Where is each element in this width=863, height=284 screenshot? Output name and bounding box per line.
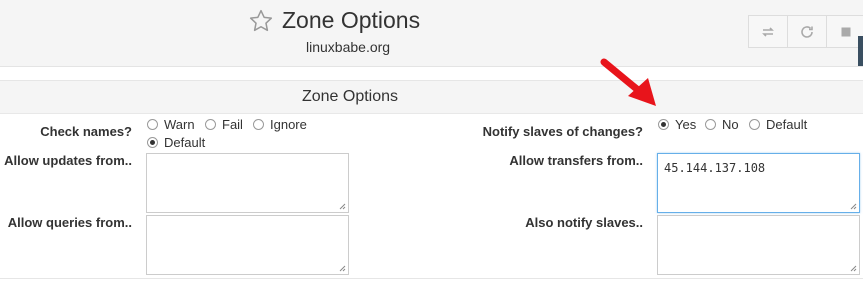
- page-header: Zone Options linuxbabe.org: [0, 0, 863, 67]
- notify-slaves-label: Notify slaves of changes?: [482, 124, 643, 139]
- notify-slaves-default[interactable]: Default: [749, 117, 807, 132]
- radio-no[interactable]: [705, 119, 716, 130]
- resize-grip-icon[interactable]: [339, 265, 346, 272]
- check-names-ignore[interactable]: Ignore: [253, 117, 307, 132]
- radio-label-no: No: [722, 117, 739, 132]
- section-title: Zone Options: [301, 88, 399, 105]
- radio-label-yes: Yes: [675, 117, 697, 132]
- resize-grip-icon[interactable]: [850, 203, 857, 210]
- check-names-label: Check names?: [40, 124, 132, 139]
- allow-transfers-value: 45.144.137.108: [664, 161, 766, 175]
- radio-label-fail: Fail: [222, 117, 243, 132]
- page-title: Zone Options: [282, 7, 421, 33]
- allow-updates-label: Allow updates from..: [4, 153, 132, 168]
- stop-icon: [841, 27, 851, 36]
- allow-transfers-label: Allow transfers from..: [509, 153, 643, 168]
- radio-yes-selected[interactable]: [658, 119, 669, 130]
- edge-bar: [858, 36, 863, 66]
- radio-notify-default[interactable]: [749, 119, 760, 130]
- radio-label-ignore: Ignore: [270, 117, 307, 132]
- transfer-icon: [762, 26, 774, 37]
- allow-transfers-textarea[interactable]: 45.144.137.108: [657, 153, 860, 213]
- title-wrap: Zone Options: [248, 7, 420, 34]
- resize-grip-icon[interactable]: [339, 203, 346, 210]
- star-icon[interactable]: [248, 8, 274, 34]
- allow-updates-textarea[interactable]: [146, 153, 349, 213]
- notify-slaves-no[interactable]: No: [705, 117, 739, 132]
- check-names-default[interactable]: Default: [147, 135, 205, 150]
- radio-label-notify-default: Default: [766, 117, 808, 132]
- check-names-fail[interactable]: Fail: [205, 117, 243, 132]
- allow-queries-textarea[interactable]: [146, 215, 349, 275]
- radio-label-warn: Warn: [164, 117, 195, 132]
- radio-warn[interactable]: [147, 119, 158, 130]
- also-notify-label: Also notify slaves..: [525, 215, 643, 230]
- also-notify-textarea[interactable]: [657, 215, 860, 275]
- radio-ignore[interactable]: [253, 119, 264, 130]
- resize-grip-icon[interactable]: [850, 265, 857, 272]
- radio-label-default: Default: [164, 135, 206, 150]
- notify-slaves-yes[interactable]: Yes: [658, 117, 696, 132]
- transfer-button[interactable]: [748, 15, 788, 48]
- radio-default-selected[interactable]: [147, 137, 158, 148]
- radio-fail[interactable]: [205, 119, 216, 130]
- section-header: Zone Options: [0, 81, 863, 114]
- page-subtitle: linuxbabe.org: [306, 39, 391, 55]
- red-arrow-annotation: [600, 58, 656, 106]
- allow-queries-label: Allow queries from..: [7, 215, 132, 230]
- refresh-button[interactable]: [787, 15, 827, 48]
- check-names-warn[interactable]: Warn: [147, 117, 195, 132]
- refresh-icon: [801, 25, 813, 38]
